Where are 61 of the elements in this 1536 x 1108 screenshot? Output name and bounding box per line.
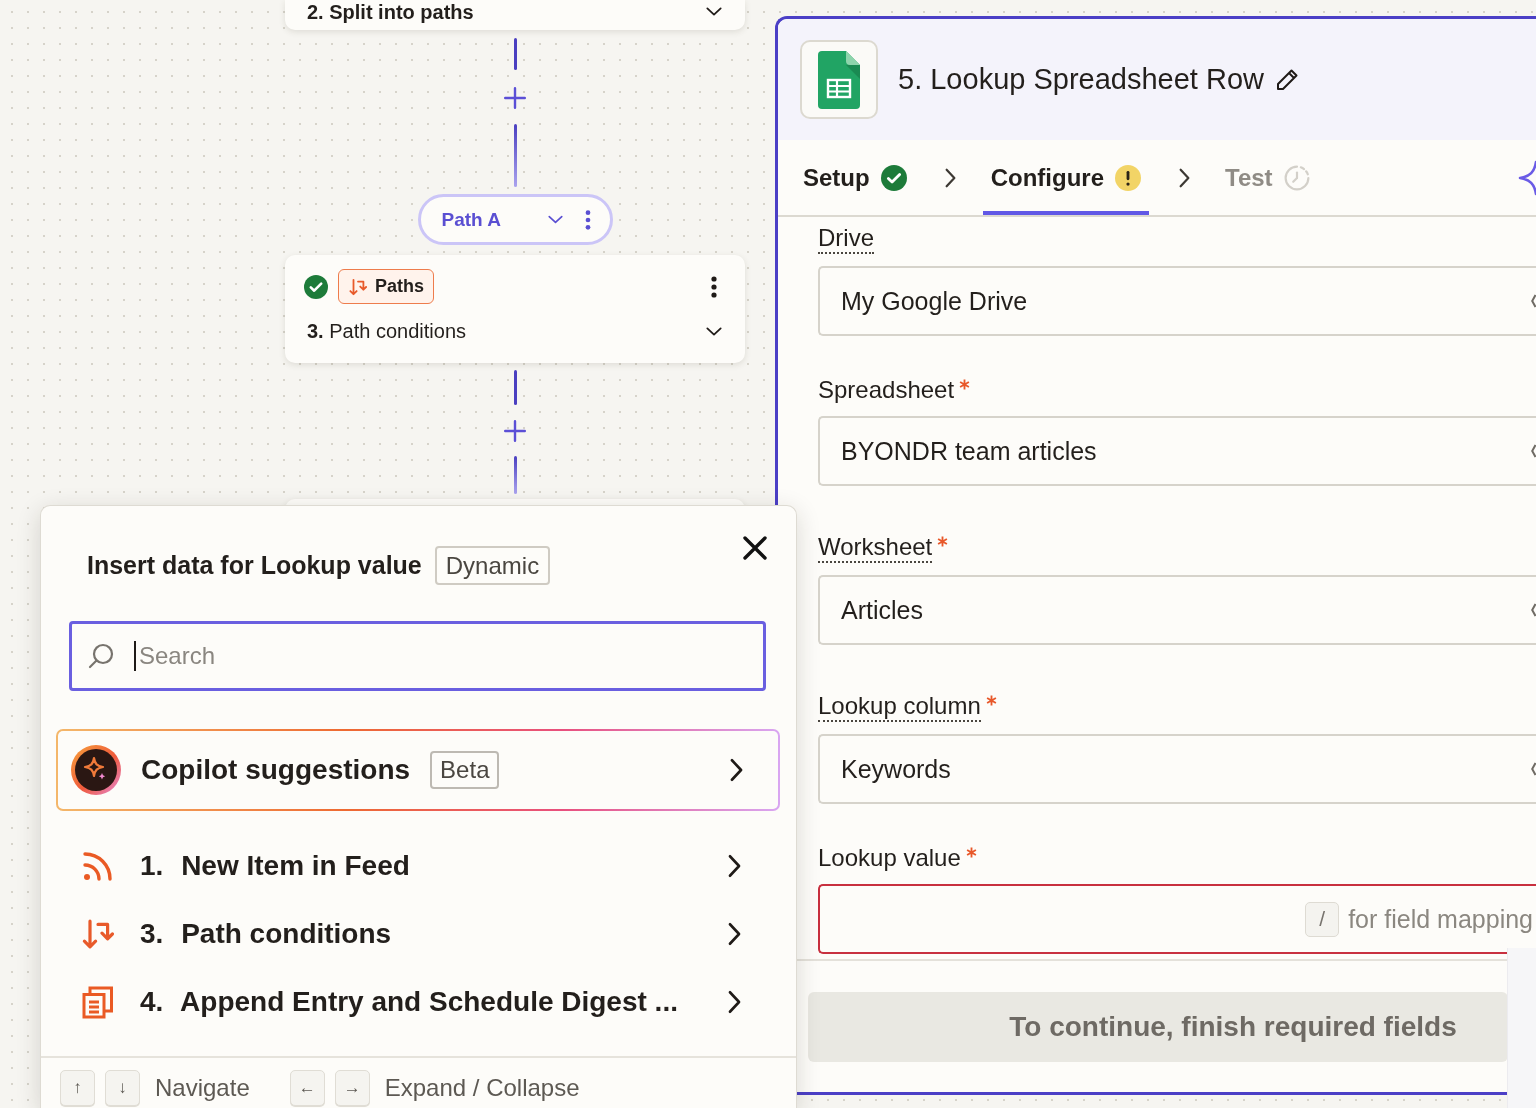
chevron-right-icon — [944, 167, 956, 188]
tab[interactable]: Setup — [795, 140, 915, 215]
field-label: Worksheet — [818, 533, 933, 563]
input-field[interactable]: / for field mapping — [818, 884, 1536, 954]
shortcut-label: Navigate — [155, 1074, 250, 1102]
chevron-down-icon — [547, 215, 563, 224]
spreadsheet-icon — [800, 40, 878, 119]
close-icon[interactable] — [743, 536, 767, 560]
dynamic-badge: Dynamic — [434, 546, 551, 585]
key-cap: ← — [289, 1070, 325, 1106]
plus-icon[interactable] — [504, 420, 526, 442]
chevron-right-icon — [1179, 167, 1190, 188]
chevron-right-icon — [728, 990, 741, 1014]
field-label: Drive — [818, 224, 874, 254]
step-list-item[interactable]: 3. Path conditions — [41, 900, 796, 968]
key-cap: ↑ — [60, 1070, 95, 1106]
copilot-sparkle-icon — [71, 745, 121, 795]
search-field[interactable]: Search — [69, 621, 766, 691]
documents-icon — [82, 985, 114, 1019]
search-icon — [87, 642, 115, 670]
app-name: Paths — [375, 276, 425, 297]
text-cursor-icon — [134, 641, 136, 671]
kebab-menu-icon — [584, 209, 591, 230]
path-button[interactable]: Path A — [417, 194, 613, 245]
dropdown-field[interactable]: Articles — [818, 575, 1536, 645]
sparkle-icon[interactable] — [1518, 159, 1536, 196]
rss-feed-icon — [82, 850, 114, 882]
tab[interactable]: Configure — [982, 140, 1149, 215]
step-title: 2. Split into paths — [307, 1, 474, 23]
step-list-item[interactable]: 1. New Item in Feed — [41, 832, 796, 900]
step-title: 3. Path conditions — [307, 319, 466, 344]
dropdown-field[interactable]: BYONDR team articles — [818, 416, 1536, 486]
chevron-right-icon — [728, 854, 741, 878]
paths-icon — [82, 918, 114, 950]
dropdown-field[interactable]: Keywords — [818, 734, 1536, 804]
dropdown-field[interactable]: My Google Drive — [818, 266, 1536, 336]
panel-title: 5. Lookup Spreadsheet Row — [898, 63, 1264, 96]
slash-key: / — [1305, 901, 1340, 937]
key-cap: → — [334, 1070, 370, 1106]
connector-line — [513, 38, 517, 70]
field-label: Lookup value — [818, 844, 961, 872]
pencil-icon[interactable] — [1275, 67, 1299, 92]
step-list-item[interactable]: 4. Append Entry and Schedule Digest ... — [41, 968, 796, 1036]
field-label: Spreadsheet — [818, 376, 955, 404]
field-label: Lookup column — [818, 692, 981, 722]
connector-line — [513, 456, 517, 494]
chevron-down-icon[interactable] — [706, 7, 722, 16]
connector-line — [513, 370, 517, 405]
paths-icon — [349, 277, 367, 296]
shortcut-label: Expand / Collapse — [384, 1074, 580, 1102]
chevron-down-icon[interactable] — [706, 326, 722, 336]
beta-badge: Beta — [430, 751, 500, 789]
copilot-suggestions-row[interactable]: Copilot suggestions Beta — [56, 729, 780, 811]
connector-line — [513, 124, 517, 187]
plus-icon[interactable] — [504, 87, 526, 109]
chevron-right-icon — [728, 922, 741, 946]
popup-title: Insert data for Lookup value — [87, 551, 422, 580]
field-hint: for field mapping — [1348, 904, 1533, 934]
chevron-right-icon — [730, 758, 743, 782]
key-cap: ↓ — [105, 1070, 140, 1106]
kebab-menu-icon[interactable] — [711, 275, 717, 298]
